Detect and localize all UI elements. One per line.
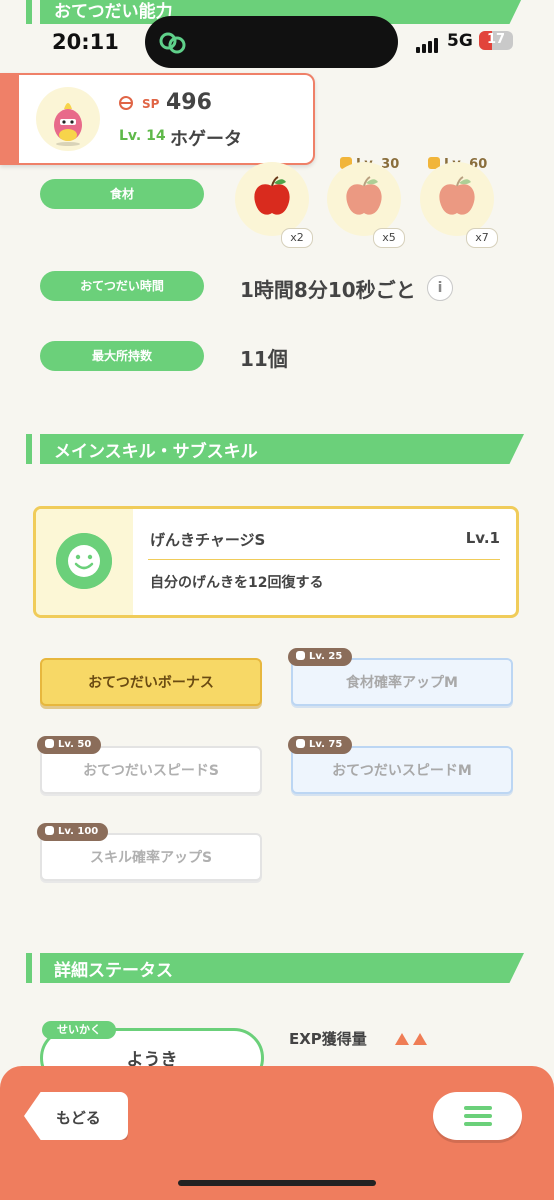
up-arrow-icon — [413, 1033, 427, 1045]
ingredient-count: x2 — [281, 228, 313, 248]
lock-icon — [45, 739, 54, 748]
section-header-skills: メインスキル・サブスキル — [26, 434, 524, 464]
ingredient-slot-2[interactable]: x5 — [327, 162, 405, 248]
pokemon-level: Lv. 14 — [119, 128, 166, 144]
sp-label: SP — [142, 97, 160, 111]
ingredient-slot-3[interactable]: x7 — [420, 162, 498, 248]
apple-icon — [439, 176, 475, 215]
signal-icon — [416, 34, 440, 53]
ingredient-count: x7 — [466, 228, 498, 248]
max-carry-label: 最大所持数 — [40, 341, 204, 371]
section-title: メインスキル・サブスキル — [54, 442, 258, 462]
sub-skill-lock-tag: Lv. 25 — [288, 648, 353, 666]
main-skill-description: 自分のげんきを12回復する — [150, 575, 324, 591]
apple-icon — [346, 176, 382, 215]
sp-icon — [119, 96, 133, 110]
help-time-value: 1時間8分10秒ごと — [240, 278, 416, 302]
exp-gain-label: EXP獲得量 — [289, 1030, 367, 1048]
main-skill-card[interactable]: げんきチャージS Lv.1 自分のげんきを12回復する — [33, 506, 519, 618]
battery-icon: 17 — [479, 31, 513, 50]
pokemon-name: ホゲータ — [170, 129, 242, 150]
pokemon-card[interactable]: SP 496 Lv. 14 ホゲータ — [0, 73, 315, 165]
menu-button[interactable] — [433, 1092, 522, 1140]
back-button[interactable]: もどる — [24, 1092, 128, 1140]
lock-icon — [296, 739, 305, 748]
up-arrow-icon — [395, 1033, 409, 1045]
home-indicator — [178, 1180, 376, 1186]
sp-value: 496 — [166, 90, 212, 115]
battery-level: 17 — [486, 32, 506, 47]
smile-icon — [56, 533, 112, 589]
section-title: おてつだい能力 — [54, 2, 173, 22]
ingredient-slot-1[interactable]: x2 — [235, 162, 313, 248]
sub-skill-lock-tag: Lv. 50 — [37, 736, 102, 754]
info-icon[interactable]: i — [427, 275, 453, 301]
ingredient-count: x5 — [373, 228, 405, 248]
help-time-label: おてつだい時間 — [40, 271, 204, 301]
apple-icon — [254, 176, 290, 215]
main-skill-name: げんきチャージS — [150, 531, 266, 549]
pokemon-avatar — [36, 87, 100, 151]
lock-icon — [296, 651, 305, 660]
sub-skill-lock-tag: Lv. 100 — [37, 823, 109, 841]
sub-skill-1[interactable]: おてつだいボーナス — [40, 658, 262, 706]
max-carry-value: 11個 — [240, 347, 288, 371]
section-title: 詳細ステータス — [54, 961, 173, 981]
nature-tag: せいかく — [42, 1021, 116, 1039]
status-time: 20:11 — [52, 30, 119, 54]
ingredients-label: 食材 — [40, 179, 204, 209]
section-header-details: 詳細ステータス — [26, 953, 524, 983]
network-type: 5G — [447, 31, 473, 51]
lock-icon — [45, 826, 54, 835]
main-skill-level: Lv.1 — [465, 529, 500, 547]
sub-skill-lock-tag: Lv. 75 — [288, 736, 353, 754]
back-label: もどる — [56, 1109, 101, 1127]
app-link-icon — [159, 32, 186, 54]
